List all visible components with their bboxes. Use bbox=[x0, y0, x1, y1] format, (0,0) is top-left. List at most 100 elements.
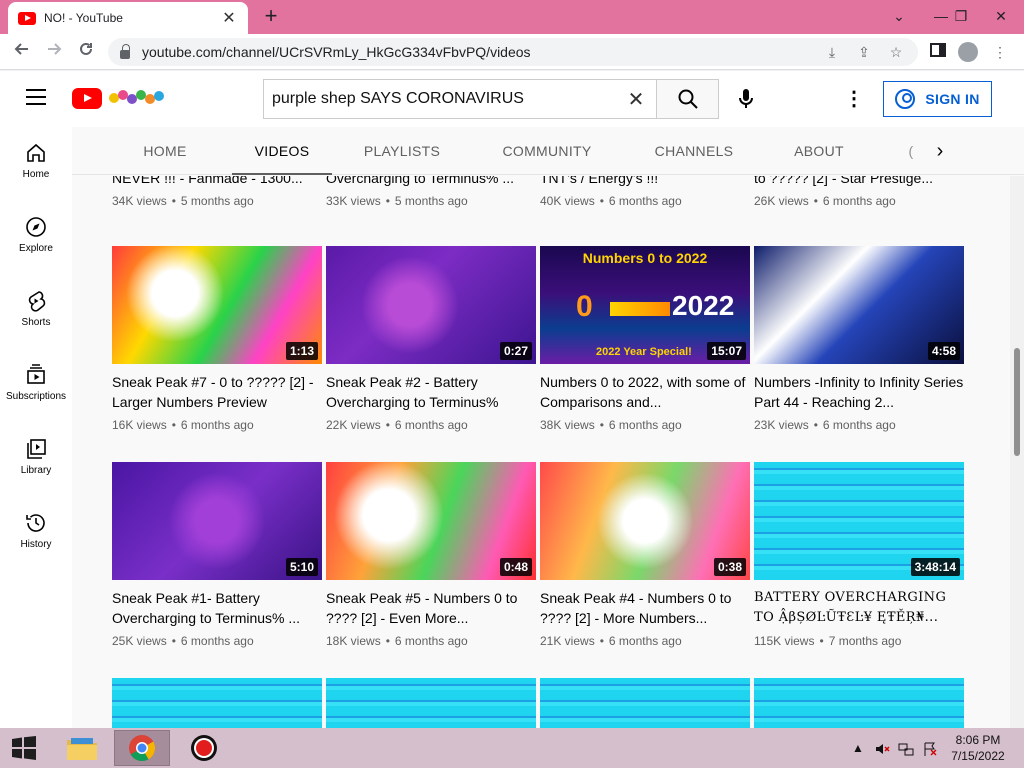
sign-in-button[interactable]: SIGN IN bbox=[883, 81, 992, 117]
video-thumbnail[interactable] bbox=[112, 678, 322, 728]
back-button[interactable] bbox=[10, 40, 34, 64]
guide-item-shorts[interactable]: Shorts bbox=[0, 275, 72, 345]
video-title[interactable]: Overcharging to Terminus% ... bbox=[326, 176, 536, 188]
guide-label: Home bbox=[22, 169, 50, 180]
close-window-button[interactable]: ✕ bbox=[984, 0, 1018, 34]
profile-icon[interactable] bbox=[958, 42, 978, 62]
video-thumbnail[interactable]: 0:27 bbox=[326, 246, 536, 364]
video-card[interactable]: 3:48:14 BATTERY OVERCHARGING TO ẬβȘØĿŨŦƐĿ… bbox=[754, 462, 964, 648]
system-clock[interactable]: 8:06 PM 7/15/2022 bbox=[942, 732, 1014, 764]
thumbnail-image bbox=[540, 678, 750, 728]
restore-button[interactable]: ❐ bbox=[944, 0, 978, 34]
video-title[interactable]: Sneak Peak #5 - Numbers 0 to ???? [2] - … bbox=[326, 588, 536, 628]
video-card[interactable]: 0:27 Sneak Peak #2 - Battery Overcharging… bbox=[326, 246, 536, 432]
video-thumbnail[interactable] bbox=[326, 678, 536, 728]
settings-more-icon[interactable]: ⋮ bbox=[840, 85, 868, 113]
tab-about[interactable]: ABOUT bbox=[786, 127, 852, 175]
video-meta: 23K views • 6 months ago bbox=[754, 418, 964, 432]
video-thumbnail[interactable]: 0:38 bbox=[540, 462, 750, 580]
tray-expand-icon[interactable]: ▲ bbox=[852, 728, 864, 768]
video-card[interactable] bbox=[540, 678, 750, 728]
guide-item-explore[interactable]: Explore bbox=[0, 201, 72, 271]
video-thumbnail[interactable]: 3:48:14 bbox=[754, 462, 964, 580]
reload-button[interactable] bbox=[74, 40, 98, 64]
video-thumbnail[interactable]: 1:13 bbox=[112, 246, 322, 364]
tab-home[interactable]: HOME bbox=[128, 127, 202, 175]
guide-menu-icon[interactable] bbox=[26, 89, 46, 105]
tab-videos[interactable]: VIDEOS bbox=[232, 127, 332, 175]
video-title[interactable]: to ????? [2] - Star Prestige... bbox=[754, 176, 964, 188]
video-title[interactable]: Sneak Peak #7 - 0 to ????? [2] - Larger … bbox=[112, 372, 322, 412]
video-title[interactable]: Sneak Peak #1- Battery Overcharging to T… bbox=[112, 588, 322, 628]
bookmark-star-icon[interactable]: ☆ bbox=[886, 42, 906, 62]
upload-age: 6 months ago bbox=[608, 634, 682, 648]
youtube-doodle-logo[interactable] bbox=[108, 87, 166, 109]
omnibox[interactable]: youtube.com/channel/UCrSVRmLy_HkGcG334vF… bbox=[108, 38, 918, 66]
video-card[interactable]: 5:10 Sneak Peak #1- Battery Overcharging … bbox=[112, 462, 322, 648]
video-card[interactable]: Numbers 0 to 2022 0 2022 2022 Year Special!… bbox=[540, 246, 750, 432]
video-thumbnail[interactable]: 0:48 bbox=[326, 462, 536, 580]
video-thumbnail[interactable] bbox=[540, 678, 750, 728]
taskbar-file-explorer[interactable] bbox=[54, 730, 110, 766]
video-thumbnail[interactable] bbox=[754, 678, 964, 728]
video-card[interactable]: 0:48 Sneak Peak #5 - Numbers 0 to ???? [2… bbox=[326, 462, 536, 648]
search-input[interactable]: purple shep SAYS CORONAVIRUS ✕ bbox=[263, 79, 656, 119]
video-card[interactable]: Overcharging to Terminus% ... 33K views • 5… bbox=[326, 176, 536, 208]
video-card[interactable]: 1:13 Sneak Peak #7 - 0 to ????? [2] - Lar… bbox=[112, 246, 322, 432]
video-meta: 34K views • 5 months ago bbox=[112, 194, 322, 208]
avatar bbox=[958, 42, 978, 62]
volume-muted-icon[interactable] bbox=[874, 728, 890, 768]
clear-search-icon[interactable]: ✕ bbox=[616, 87, 656, 112]
install-icon[interactable]: ⤓ bbox=[822, 42, 842, 62]
voice-search-button[interactable] bbox=[728, 81, 764, 117]
windows-taskbar: ▲ 8:06 PM 7/15/2022 bbox=[0, 728, 1024, 768]
network-icon[interactable] bbox=[898, 728, 914, 768]
video-title[interactable]: TNT's / Energy's !!! bbox=[540, 176, 750, 188]
view-count: 25K views bbox=[112, 634, 167, 648]
video-card[interactable]: 0:38 Sneak Peak #4 - Numbers 0 to ???? [2… bbox=[540, 462, 750, 648]
guide-label: Subscriptions bbox=[5, 391, 67, 402]
video-title[interactable]: NEVER !!! - Fanmade - 1300... bbox=[112, 176, 322, 188]
scrollbar-thumb[interactable] bbox=[1014, 348, 1020, 456]
video-card[interactable]: to ????? [2] - Star Prestige... 26K views… bbox=[754, 176, 964, 208]
search-button[interactable] bbox=[656, 79, 719, 119]
video-thumbnail[interactable]: 5:10 bbox=[112, 462, 322, 580]
action-center-icon[interactable] bbox=[922, 728, 938, 768]
video-card[interactable]: TNT's / Energy's !!! 40K views • 6 months a… bbox=[540, 176, 750, 208]
guide-item-library[interactable]: Library bbox=[0, 423, 72, 493]
tab-search-icon[interactable]: ⌄ bbox=[882, 0, 916, 34]
video-card[interactable] bbox=[112, 678, 322, 728]
scrollbar[interactable] bbox=[1010, 176, 1024, 728]
video-card[interactable] bbox=[754, 678, 964, 728]
guide-item-home[interactable]: Home bbox=[0, 127, 72, 197]
video-thumbnail[interactable]: Numbers 0 to 2022 0 2022 2022 Year Special!… bbox=[540, 246, 750, 364]
new-tab-button[interactable]: + bbox=[260, 4, 282, 28]
video-title[interactable]: Sneak Peak #4 - Numbers 0 to ???? [2] - … bbox=[540, 588, 750, 628]
video-title[interactable]: Sneak Peak #2 - Battery Overcharging to … bbox=[326, 372, 536, 412]
video-title[interactable]: Numbers 0 to 2022, with some of Comparis… bbox=[540, 372, 750, 412]
tab-community[interactable]: COMMUNITY bbox=[492, 127, 602, 175]
share-icon[interactable]: ⇪ bbox=[854, 42, 874, 62]
video-card[interactable]: NEVER !!! - Fanmade - 1300... 34K views • 5… bbox=[112, 176, 322, 208]
tab-playlists[interactable]: PLAYLISTS bbox=[356, 127, 448, 175]
taskbar-recorder[interactable] bbox=[176, 730, 232, 766]
tab-close-icon[interactable]: ✕ bbox=[220, 8, 238, 28]
upload-age: 5 months ago bbox=[180, 194, 254, 208]
chrome-menu-icon[interactable]: ⋮ bbox=[990, 42, 1010, 62]
side-panel-icon[interactable] bbox=[928, 42, 948, 62]
guide-item-history[interactable]: History bbox=[0, 497, 72, 567]
video-thumbnail[interactable]: 4:58 bbox=[754, 246, 964, 364]
taskbar-chrome[interactable] bbox=[114, 730, 170, 766]
browser-tab[interactable]: NO! - YouTube ✕ bbox=[8, 2, 248, 34]
start-button[interactable] bbox=[0, 728, 48, 768]
chevron-right-icon[interactable]: › bbox=[928, 139, 952, 163]
video-title[interactable]: Numbers -Infinity to Infinity Series Par… bbox=[754, 372, 964, 412]
video-card[interactable] bbox=[326, 678, 536, 728]
youtube-logo-icon[interactable] bbox=[72, 88, 102, 109]
video-card[interactable]: 4:58 Numbers -Infinity to Infinity Series… bbox=[754, 246, 964, 432]
forward-button[interactable] bbox=[42, 40, 66, 64]
tab-partial[interactable]: ( bbox=[906, 127, 916, 175]
guide-item-subscriptions[interactable]: Subscriptions bbox=[0, 349, 72, 419]
video-title[interactable]: BATTERY OVERCHARGING TO ẬβȘØĿŨŦƐĿ¥ ĘŦĚŖ₦… bbox=[754, 588, 964, 628]
tab-channels[interactable]: CHANNELS bbox=[646, 127, 742, 175]
